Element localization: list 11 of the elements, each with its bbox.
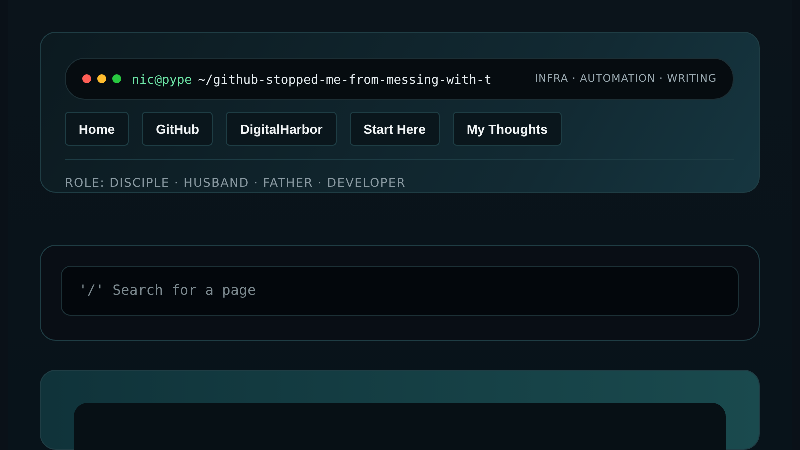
terminal-path: ~/github-stopped-me-from-messing-with-t (198, 72, 492, 86)
nav-button[interactable]: Home (65, 112, 130, 146)
search-field[interactable]: '/' Search for a page (61, 266, 739, 316)
terminal-user: nic@pype (132, 72, 192, 86)
nav-button[interactable]: GitHub (142, 112, 214, 146)
role-text: ROLE: DISCIPLE · HUSBAND · FATHER · DEVELOPER (65, 176, 407, 190)
window-dots-icon (82, 74, 122, 84)
nav-button[interactable]: Start Here (350, 112, 440, 146)
tagline: INFRA · AUTOMATION · WRITING (534, 73, 717, 85)
nav-button[interactable]: DigitalHarbor (226, 112, 337, 146)
nav-button[interactable]: My Thoughts (452, 112, 562, 146)
